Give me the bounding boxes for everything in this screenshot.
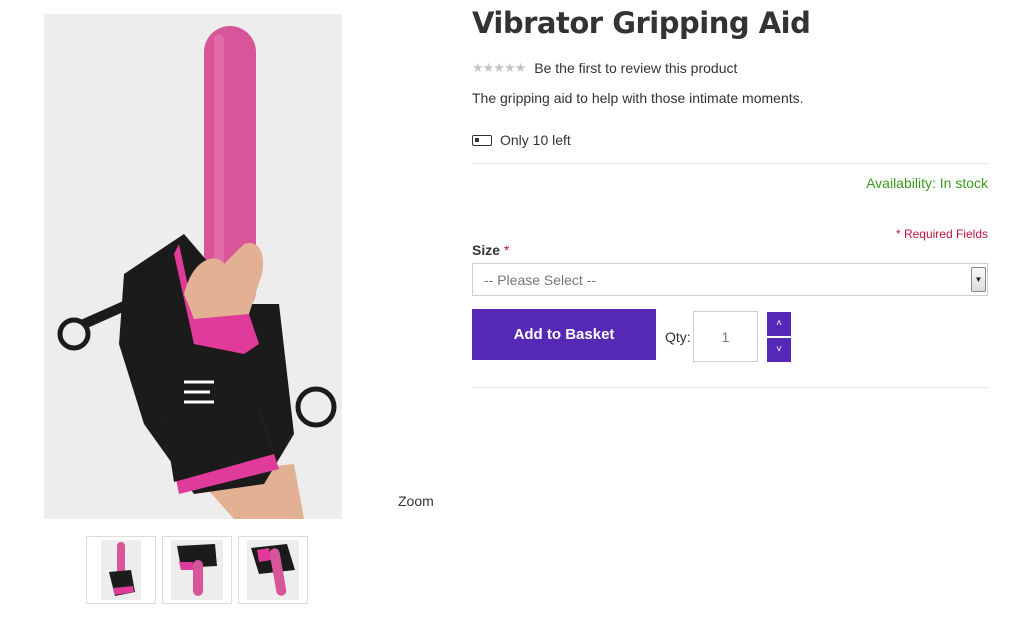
size-label: Size *: [472, 242, 509, 258]
size-select[interactable]: -- Please Select -- ▼: [472, 263, 988, 296]
main-product-image[interactable]: [44, 14, 342, 519]
review-link[interactable]: Be the first to review this product: [534, 60, 737, 76]
thumbnail-3[interactable]: [238, 536, 308, 604]
size-select-value: -- Please Select --: [484, 272, 597, 288]
page-title: Vibrator Gripping Aid: [472, 6, 811, 40]
chevron-down-icon[interactable]: ˅: [767, 338, 791, 362]
chevron-up-icon[interactable]: ˄: [767, 312, 791, 336]
stock-left-label: Only 10 left: [500, 132, 571, 148]
availability-status: Availability: In stock: [866, 175, 988, 191]
divider: [472, 387, 988, 388]
battery-low-icon: [472, 134, 492, 146]
caret-down-icon[interactable]: ▼: [971, 267, 986, 292]
quantity-input[interactable]: [693, 311, 758, 362]
required-marker: *: [503, 242, 510, 258]
short-description: The gripping aid to help with those inti…: [472, 90, 804, 106]
stock-left-indicator: Only 10 left: [472, 132, 571, 148]
thumbnail-list: [86, 536, 308, 604]
zoom-link[interactable]: Zoom: [398, 493, 434, 509]
star-rating-icon: ★★★★★: [472, 60, 526, 75]
add-to-basket-button[interactable]: Add to Basket: [472, 309, 656, 360]
size-label-text: Size: [472, 242, 501, 258]
rating-summary: ★★★★★ Be the first to review this produc…: [472, 60, 737, 76]
divider: [472, 163, 988, 164]
qty-label: Qty:: [665, 329, 691, 345]
required-fields-note: * Required Fields: [895, 227, 988, 241]
product-gallery: Zoom: [0, 0, 450, 630]
thumbnail-1[interactable]: [86, 536, 156, 604]
thumbnail-2[interactable]: [162, 536, 232, 604]
